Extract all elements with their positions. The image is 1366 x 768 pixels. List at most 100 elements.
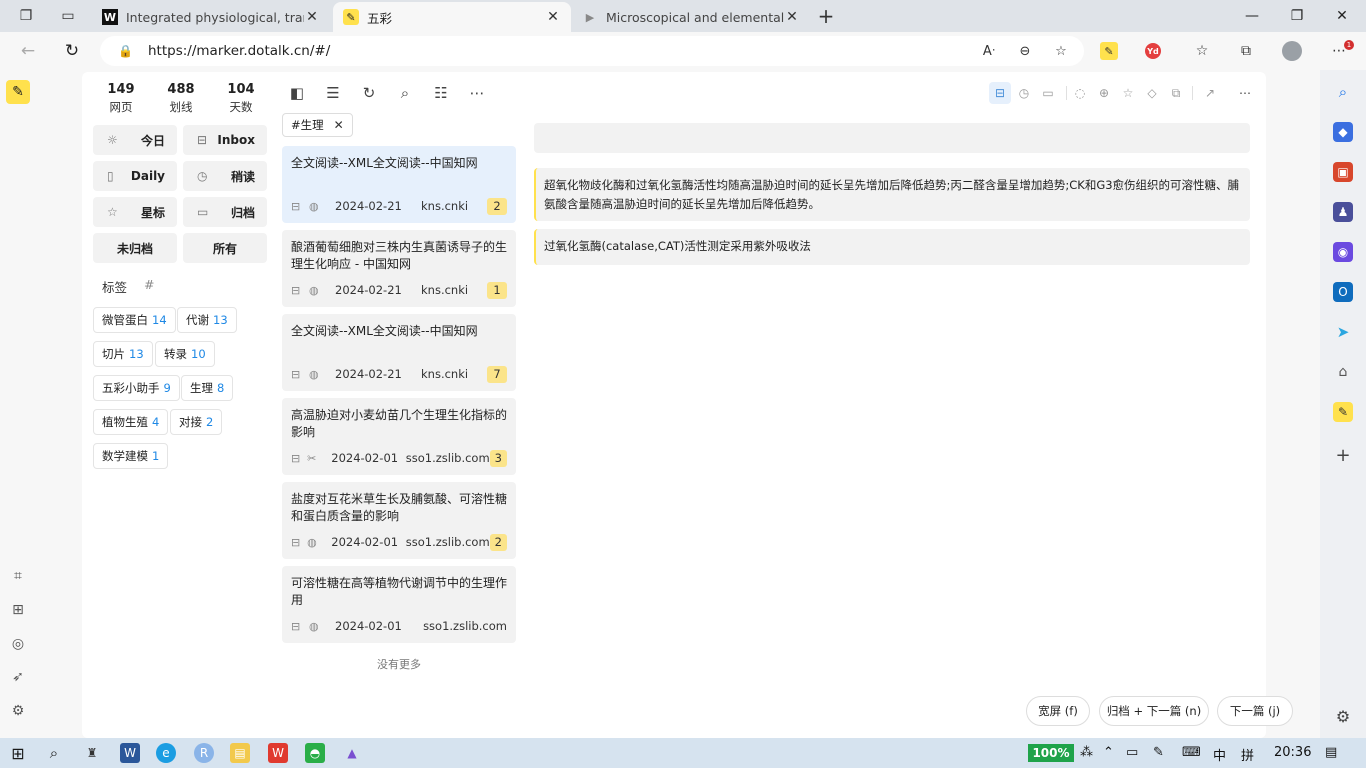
more-menu-icon[interactable]: ⋯ 1 [1326, 39, 1354, 63]
stat-days[interactable]: 104 天数 [216, 82, 266, 115]
edge-icon[interactable]: e [156, 743, 176, 763]
highlight-card[interactable]: 超氧化物歧化酶和过氧化氢酶活性均随高温胁迫时间的延长呈先增加后降低趋势;丙二醛含… [534, 168, 1250, 221]
reload-icon[interactable]: ↻ [60, 40, 84, 62]
tag-chip[interactable]: 转录 10 [155, 341, 215, 367]
article-card[interactable]: 盐度对互花米草生长及脯氨酸、可溶性糖和蛋白质含量的影响 ⊟ ◍ 2024-02-0… [282, 482, 516, 559]
copy-icon[interactable]: ⧉ [1165, 82, 1187, 104]
article-card[interactable]: 可溶性糖在高等植物代谢调节中的生理作用 ⊟ ◍ 2024-02-01 sso1.z… [282, 566, 516, 643]
next-button[interactable]: 下一篇 (j) [1217, 696, 1293, 726]
open-external-icon[interactable]: ↗ [1199, 82, 1221, 104]
tag-chip[interactable]: 生理 8 [181, 375, 234, 401]
nav-unarchived[interactable]: 未归档 [93, 233, 177, 263]
refresh-icon[interactable]: ↻ [358, 83, 380, 103]
tag-chip[interactable]: 代谢 13 [177, 307, 237, 333]
apps-icon[interactable]: ⊞ [8, 600, 28, 620]
windows-start-icon[interactable]: ⊞ [8, 743, 28, 763]
close-tab-icon[interactable]: ✕ [545, 9, 561, 25]
more-icon[interactable]: ⋯ [466, 83, 488, 103]
add-sidebar-app-icon[interactable]: + [1333, 445, 1353, 466]
new-tab-icon[interactable]: + [815, 4, 837, 28]
notifications-icon[interactable]: ▤ [1325, 745, 1337, 760]
tag-chip[interactable]: 对接 2 [170, 409, 223, 435]
highlight-card[interactable]: 过氧化氢酶(catalase,CAT)活性测定采用紫外吸收法 [534, 229, 1250, 265]
drop-icon[interactable]: ⌂ [1333, 362, 1353, 382]
nav-read-later[interactable]: ◷ 稍读 [183, 161, 267, 191]
shopping-icon[interactable]: ◆ [1333, 122, 1353, 142]
tag-chip[interactable]: 切片 13 [93, 341, 153, 367]
outlook-icon[interactable]: O [1333, 282, 1353, 302]
nav-inbox[interactable]: ⊟ Inbox [183, 125, 267, 155]
tag-chip[interactable]: 微管蛋白 14 [93, 307, 176, 333]
star-icon[interactable]: ☆ [1117, 82, 1139, 104]
comment-icon[interactable]: ◌ [1069, 82, 1091, 104]
close-tab-icon[interactable]: ✕ [784, 9, 800, 25]
checklist-icon[interactable]: ☷ [430, 83, 452, 103]
article-card[interactable]: 全文阅读--XML全文阅读--中国知网 ⊟ ◍ 2024-02-21 kns.cn… [282, 146, 516, 223]
profile-avatar[interactable] [1279, 39, 1305, 63]
tab-microscopical[interactable]: ▶ Microscopical and elemental FES ✕ [572, 2, 810, 32]
collections-icon[interactable]: ⧉ [1233, 39, 1259, 63]
settings-icon[interactable]: ⚙ [8, 701, 28, 721]
more-icon[interactable]: ⋯ [1234, 82, 1256, 104]
wucai-extension-icon[interactable]: ✎ [1096, 39, 1122, 63]
tab-wucai[interactable]: ✎ 五彩 ✕ [333, 2, 571, 32]
active-filter-chip[interactable]: #生理 ✕ [282, 113, 353, 137]
read-later-icon[interactable]: ◷ [1013, 82, 1035, 104]
workspaces-icon[interactable]: ❐ [15, 6, 37, 26]
address-bar[interactable]: 🔒 https://marker.dotalk.cn/#/ Aᐧ ⊖ ☆ [100, 36, 1084, 66]
lock-icon[interactable]: 🔒 [118, 44, 134, 58]
help-icon[interactable]: ◎ [8, 634, 28, 654]
tag-chip[interactable]: 数学建模 1 [93, 443, 169, 469]
tag-chip[interactable]: 植物生殖 4 [93, 409, 169, 435]
minimize-icon[interactable]: — [1237, 6, 1267, 26]
send-icon[interactable]: ➤ [1333, 322, 1353, 342]
article-card[interactable]: 全文阅读--XML全文阅读--中国知网 ⊟ ◍ 2024-02-21 kns.cn… [282, 314, 516, 391]
wucai-sidebar-icon[interactable]: ✎ [1333, 402, 1353, 422]
stat-highlights[interactable]: 488 划线 [156, 82, 206, 115]
search-icon[interactable]: ⌕ [394, 83, 416, 103]
games-icon[interactable]: ♟ [1333, 202, 1353, 222]
file-explorer-icon[interactable]: ▤ [230, 743, 250, 763]
pen-icon[interactable]: ✎ [1153, 745, 1164, 760]
search-icon[interactable]: ⌕ [1333, 82, 1353, 102]
tools-icon[interactable]: ▣ [1333, 162, 1353, 182]
favorites-icon[interactable]: ☆ [1189, 39, 1215, 63]
zoom-out-icon[interactable]: ⊖ [1014, 41, 1036, 61]
battery-icon[interactable]: ▭ [1126, 745, 1138, 760]
add-note-icon[interactable]: ⊕ [1093, 82, 1115, 104]
clear-filter-icon[interactable]: ✕ [334, 118, 344, 132]
r-app-icon[interactable]: R [194, 743, 214, 763]
close-window-icon[interactable]: ✕ [1327, 6, 1357, 26]
sidebar-settings-icon[interactable]: ⚙ [1333, 706, 1353, 726]
add-favorite-icon[interactable]: ☆ [1050, 41, 1072, 61]
nav-starred[interactable]: ☆ 星标 [93, 197, 177, 227]
archive-icon[interactable]: ▭ [1037, 82, 1059, 104]
wechat-icon[interactable]: ◓ [305, 743, 325, 763]
list-view-icon[interactable]: ☰ [322, 83, 344, 103]
close-tab-icon[interactable]: ✕ [304, 9, 320, 25]
tray-icon[interactable]: ⁂ [1080, 745, 1093, 760]
archive-next-button[interactable]: 归档 + 下一篇 (n) [1099, 696, 1209, 726]
toggle-sidebar-icon[interactable]: ◧ [286, 83, 308, 103]
restore-icon[interactable]: ❐ [1282, 6, 1312, 26]
tag-chip[interactable]: 五彩小助手 9 [93, 375, 180, 401]
scan-icon[interactable]: ⌗ [8, 566, 28, 586]
nav-today[interactable]: ☼ 今日 [93, 125, 177, 155]
article-card[interactable]: 高温胁迫对小麦幼苗几个生理生化指标的影响 ⊟ ✂ 2024-02-01 sso1.… [282, 398, 516, 475]
wucai-logo-icon[interactable]: ✎ [6, 80, 30, 104]
article-card[interactable]: 酿酒葡萄细胞对三株内生真菌诱导子的生理生化响应 - 中国知网 ⊟ ◍ 2024-0… [282, 230, 516, 307]
input-layout-indicator[interactable]: 拼 [1241, 745, 1254, 764]
tab-integrated-physiological[interactable]: W Integrated physiological, transcri ✕ [92, 2, 330, 32]
clock[interactable]: 20:36 [1274, 745, 1311, 760]
battery-indicator[interactable]: 100% [1028, 744, 1074, 762]
app-icon[interactable]: ♜ [82, 743, 102, 763]
nav-daily[interactable]: ▯ Daily [93, 161, 177, 191]
rocket-icon[interactable]: ➶ [8, 667, 28, 687]
stat-webpages[interactable]: 149 网页 [96, 82, 146, 115]
keyboard-icon[interactable]: ⌨ [1182, 745, 1201, 760]
nav-archived[interactable]: ▭ 归档 [183, 197, 267, 227]
read-aloud-icon[interactable]: Aᐧ [978, 41, 1000, 61]
nav-all[interactable]: 所有 [183, 233, 267, 263]
office-icon[interactable]: ◉ [1333, 242, 1353, 262]
back-icon[interactable]: ← [16, 40, 40, 62]
